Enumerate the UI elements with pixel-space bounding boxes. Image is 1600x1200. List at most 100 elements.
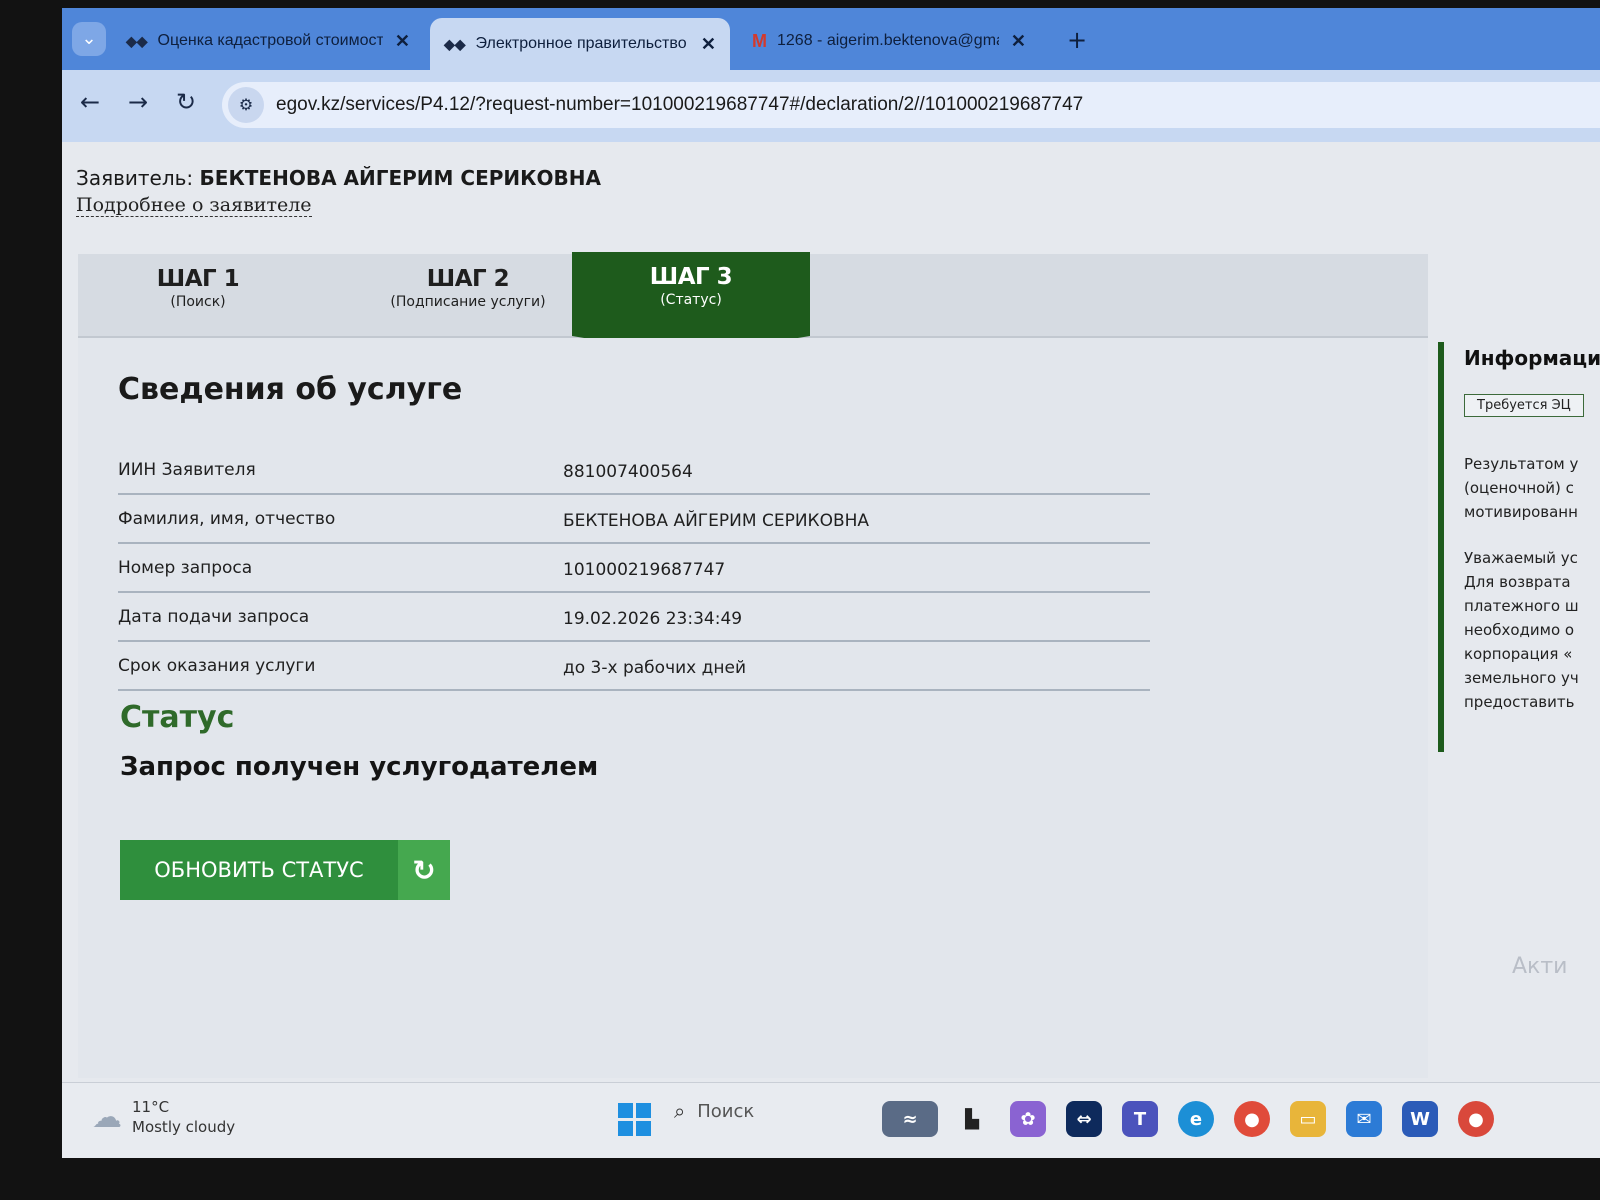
- activation-watermark: Акти: [1512, 954, 1568, 979]
- step-title: ШАГ 1: [156, 266, 240, 292]
- table-row: Номер запроса 101000219687747: [118, 544, 1150, 593]
- teamviewer-icon[interactable]: ⇔: [1066, 1101, 1102, 1137]
- weather-widget[interactable]: ☁ 11°C Mostly cloudy: [92, 1097, 235, 1137]
- applicant-name: БЕКТЕНОВА АЙГЕРИМ СЕРИКОВНА: [199, 166, 601, 190]
- eds-required-badge: Требуется ЭЦ: [1464, 394, 1584, 417]
- mail-icon[interactable]: ✉: [1346, 1101, 1382, 1137]
- sidebar-line: Результатом у: [1464, 455, 1579, 473]
- screen: ⌄ ◆◆ Оценка кадастровой стоимост ✕ ◆◆ Эл…: [62, 8, 1600, 1158]
- applicant-details-link[interactable]: Подробнее о заявителе: [76, 194, 312, 217]
- browser-tabbar: ⌄ ◆◆ Оценка кадастровой стоимост ✕ ◆◆ Эл…: [62, 8, 1600, 70]
- search-placeholder: Поиск: [697, 1100, 755, 1122]
- sidebar-line: земельного уч: [1464, 669, 1579, 687]
- new-tab-button[interactable]: +: [1067, 26, 1087, 54]
- table-row: ИИН Заявителя 881007400564: [118, 446, 1150, 495]
- row-value: до 3-х рабочих дней: [563, 658, 746, 678]
- teams-icon[interactable]: T: [1122, 1101, 1158, 1137]
- arrow-right-icon: →: [128, 88, 149, 116]
- task-view-icon[interactable]: ▙: [954, 1101, 990, 1137]
- tab-cadastral[interactable]: ◆◆ Оценка кадастровой стоимост ✕: [112, 18, 424, 64]
- row-label: Дата подачи запроса: [118, 607, 310, 627]
- refresh-status-label: ОБНОВИТЬ СТАТУС: [154, 858, 364, 882]
- steps-bar: ШАГ 1 (Поиск) ШАГ 2 (Подписание услуги) …: [78, 252, 1428, 354]
- site-settings-icon[interactable]: ⚙: [228, 87, 264, 123]
- gmail-icon: M: [752, 30, 767, 51]
- row-label: Срок оказания услуги: [118, 656, 316, 676]
- step-title: ШАГ 2: [426, 266, 510, 292]
- service-title: Сведения об услуге: [118, 372, 463, 407]
- chrome-icon[interactable]: ●: [1234, 1101, 1270, 1137]
- step-title: ШАГ 3: [649, 264, 733, 290]
- sidebar-line: корпорация «: [1464, 645, 1573, 663]
- tab-egov[interactable]: ◆◆ Электронное правительство Р ✕: [430, 18, 730, 70]
- weather-condition: Mostly cloudy: [132, 1118, 236, 1136]
- temperature: 11°C: [132, 1098, 170, 1116]
- close-icon[interactable]: ✕: [701, 34, 716, 55]
- step-subtitle: (Статус): [660, 292, 722, 308]
- sidebar-title: Информаци: [1464, 346, 1600, 370]
- step-3[interactable]: ШАГ 3 (Статус): [572, 252, 810, 354]
- taskbar: ☁ 11°C Mostly cloudy ⌕ Поиск ≈ ▙ ✿ ⇔ T e…: [62, 1082, 1600, 1158]
- row-label: Фамилия, имя, отчество: [118, 509, 336, 529]
- plus-icon: +: [1067, 26, 1088, 54]
- table-row: Срок оказания услуги до 3-х рабочих дней: [118, 642, 1150, 691]
- reload-button[interactable]: ↻: [176, 88, 196, 116]
- row-value: 881007400564: [563, 462, 693, 482]
- sidebar-line: платежного ш: [1464, 597, 1579, 615]
- applicant-line: Заявитель: БЕКТЕНОВА АЙГЕРИМ СЕРИКОВНА: [76, 166, 601, 190]
- reload-icon: ↻: [176, 88, 197, 116]
- url-text[interactable]: egov.kz/services/P4.12/?request-number=1…: [276, 94, 1083, 116]
- page-content: Заявитель: БЕКТЕНОВА АЙГЕРИМ СЕРИКОВНА П…: [62, 142, 1600, 1082]
- egov-icon: ◆◆: [126, 32, 148, 49]
- refresh-status-button[interactable]: ОБНОВИТЬ СТАТУС ↻: [120, 840, 450, 900]
- tab-title: Оценка кадастровой стоимост: [157, 32, 383, 49]
- back-button[interactable]: ←: [80, 88, 100, 116]
- row-label: ИИН Заявителя: [118, 460, 256, 480]
- sidebar-line: Уважаемый ус: [1464, 549, 1578, 567]
- copilot-icon[interactable]: ✿: [1010, 1101, 1046, 1137]
- service-panel: Сведения об услуге ИИН Заявителя 8810074…: [78, 338, 1428, 1078]
- tab-title: 1268 - aigerim.bektenova@gma: [777, 32, 999, 49]
- start-button[interactable]: [618, 1103, 652, 1137]
- status-heading: Статус: [120, 700, 235, 735]
- row-value: БЕКТЕНОВА АЙГЕРИМ СЕРИКОВНА: [563, 511, 870, 531]
- forward-button[interactable]: →: [128, 88, 148, 116]
- table-row: Фамилия, имя, отчество БЕКТЕНОВА АЙГЕРИМ…: [118, 495, 1150, 544]
- service-info-table: ИИН Заявителя 881007400564 Фамилия, имя,…: [118, 446, 1150, 691]
- status-text: Запрос получен услугодателем: [120, 752, 599, 782]
- chrome-profile-icon[interactable]: ●: [1458, 1101, 1494, 1137]
- row-value: 101000219687747: [563, 560, 726, 580]
- table-row: Дата подачи запроса 19.02.2026 23:34:49: [118, 593, 1150, 642]
- browser-toolbar: ← → ↻ ⚙ egov.kz/services/P4.12/?request-…: [62, 70, 1600, 142]
- sidebar-line: мотивированн: [1464, 503, 1578, 521]
- tab-gmail[interactable]: M 1268 - aigerim.bektenova@gma ✕: [738, 18, 1040, 64]
- search-icon: ⌕: [674, 1099, 686, 1123]
- word-icon[interactable]: W: [1402, 1101, 1438, 1137]
- egov-icon: ◆◆: [444, 35, 466, 52]
- tab-title: Электронное правительство Р: [475, 35, 689, 52]
- tab-search-button[interactable]: ⌄: [72, 22, 106, 56]
- chevron-down-icon: ⌄: [81, 28, 97, 49]
- wallpaper-app-icon[interactable]: ≈: [882, 1101, 938, 1137]
- address-bar[interactable]: ⚙ egov.kz/services/P4.12/?request-number…: [222, 82, 1600, 128]
- close-icon[interactable]: ✕: [395, 31, 410, 52]
- sidebar-line: необходимо о: [1464, 621, 1575, 639]
- step-1[interactable]: ШАГ 1 (Поиск): [118, 266, 278, 310]
- applicant-label: Заявитель:: [76, 166, 194, 190]
- sidebar-line: Для возврата: [1464, 573, 1571, 591]
- row-value: 19.02.2026 23:34:49: [563, 609, 743, 629]
- sidebar-line: (оценочной) с: [1464, 479, 1574, 497]
- step-2[interactable]: ШАГ 2 (Подписание услуги): [353, 266, 583, 310]
- step-subtitle: (Подписание услуги): [390, 294, 546, 310]
- cloud-icon: ☁: [92, 1099, 122, 1135]
- row-label: Номер запроса: [118, 558, 253, 578]
- info-sidebar: Информаци Требуется ЭЦ Результатом у (оц…: [1438, 342, 1600, 752]
- taskbar-search[interactable]: ⌕ Поиск: [674, 1099, 754, 1123]
- file-explorer-icon[interactable]: ▭: [1290, 1101, 1326, 1137]
- close-icon[interactable]: ✕: [1011, 31, 1026, 52]
- sidebar-line: предоставить: [1464, 693, 1575, 711]
- edge-icon[interactable]: e: [1178, 1101, 1214, 1137]
- arrow-left-icon: ←: [80, 88, 101, 116]
- step-subtitle: (Поиск): [170, 294, 226, 310]
- refresh-icon: ↻: [398, 840, 450, 900]
